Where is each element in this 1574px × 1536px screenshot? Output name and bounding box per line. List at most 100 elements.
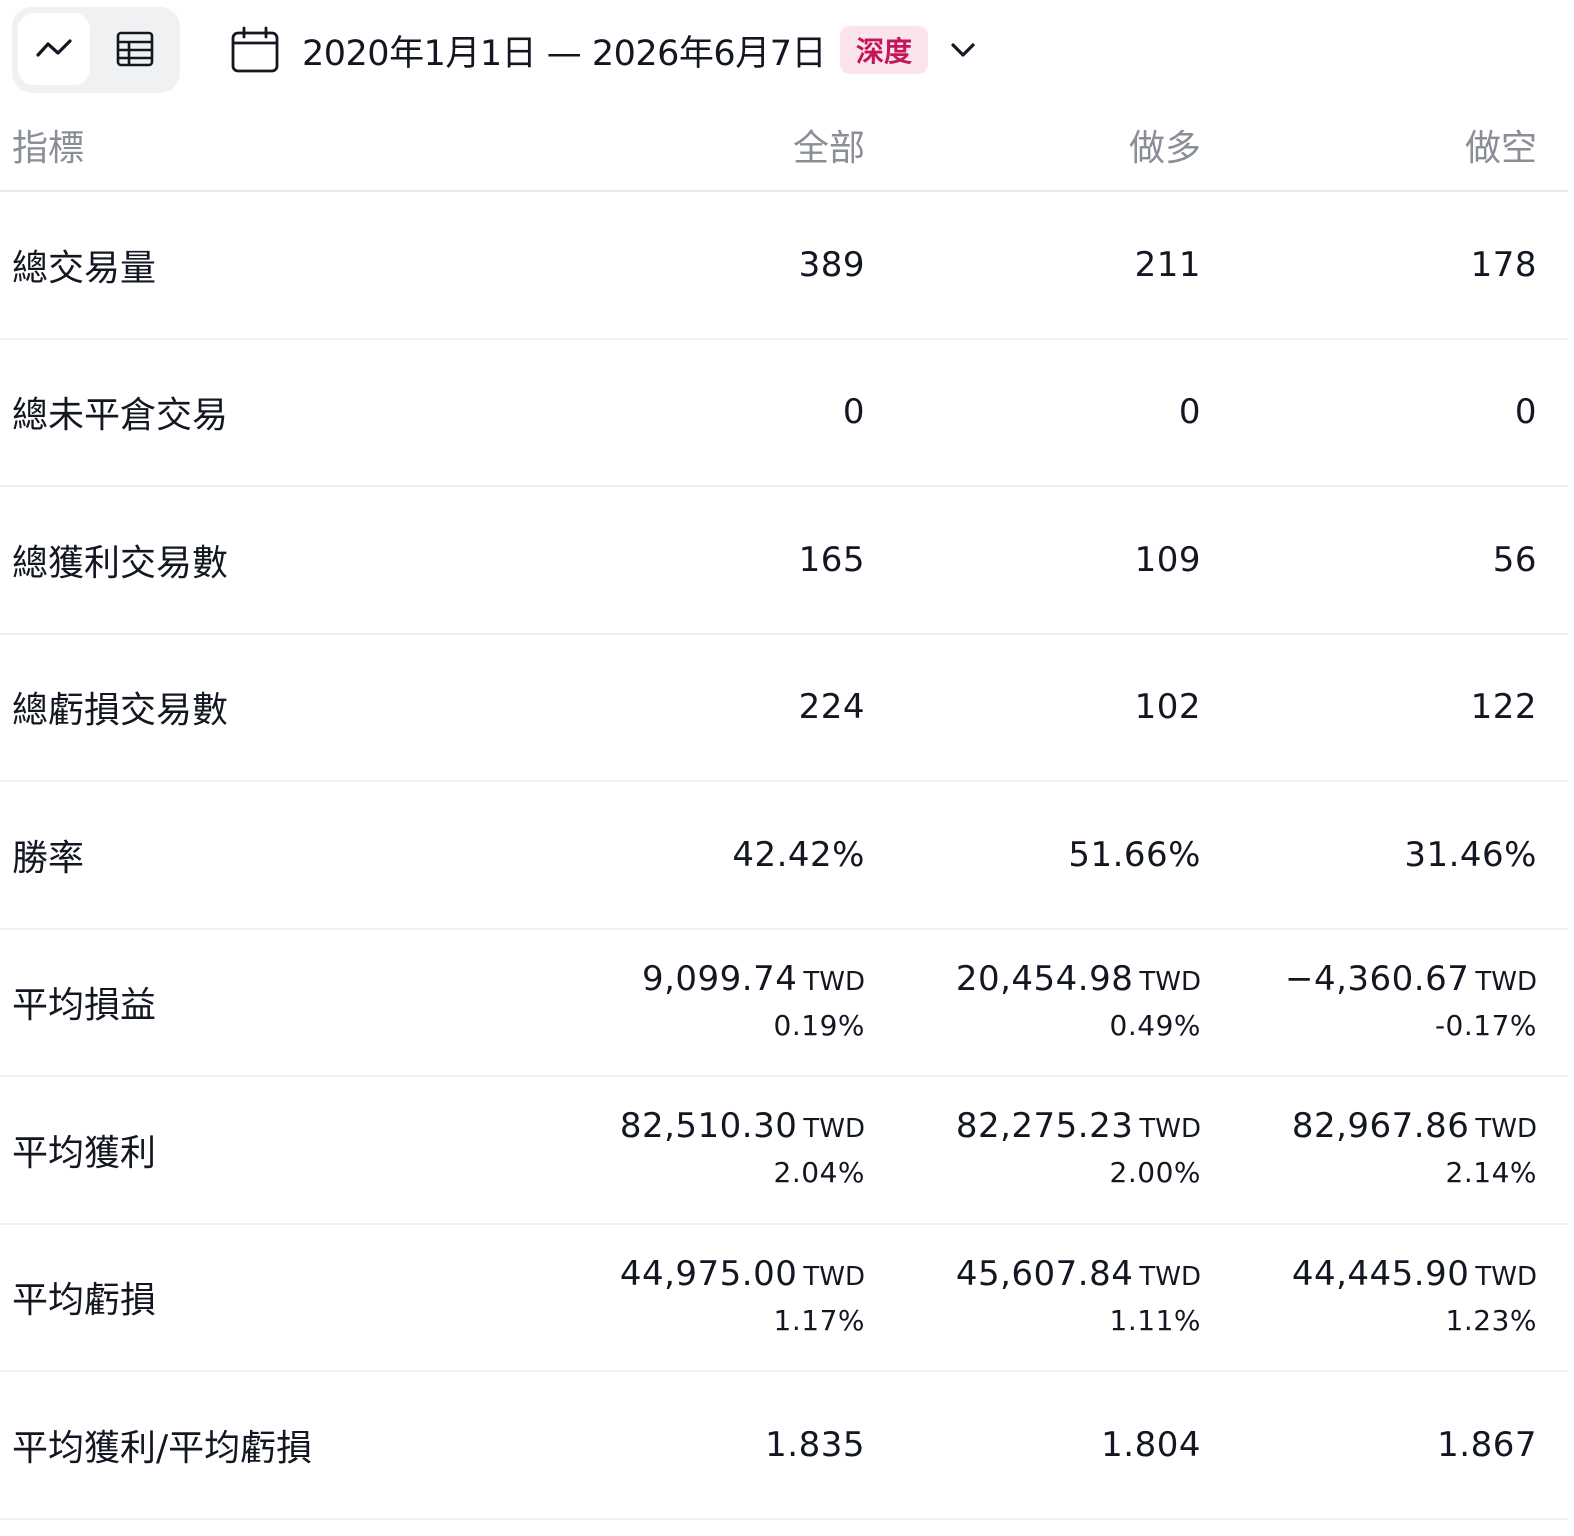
table-row: 總獲利交易數 165 109 56	[0, 487, 1568, 635]
table-row: 總虧損交易數 224 102 122	[0, 635, 1568, 782]
calendar-icon	[230, 24, 282, 76]
value-number: 0	[842, 392, 865, 433]
value-number: 122	[1470, 687, 1537, 728]
cell-long: 211	[881, 192, 1201, 338]
table-header: 指標 全部 做多 做空	[0, 100, 1568, 192]
metric-label: 總交易量	[12, 247, 157, 289]
cell-value: 82,967.86 TWD	[1292, 1106, 1537, 1146]
header-long: 做多	[1128, 128, 1201, 169]
cell-value: 0	[843, 392, 865, 432]
cell-value: 109	[1135, 540, 1201, 580]
cell-short: −4,360.67 TWD -0.17%	[1217, 930, 1537, 1076]
cell-value: 102	[1135, 687, 1201, 727]
cell-long: 1.804	[881, 1372, 1201, 1518]
chevron-down-icon[interactable]	[948, 33, 982, 67]
value-number: 82,275.23	[955, 1106, 1134, 1147]
value-percent: 2.14%	[1445, 1156, 1537, 1190]
value-unit: TWD	[803, 966, 865, 997]
cell-short: 31.46%	[1217, 782, 1537, 928]
cell-long: 20,454.98 TWD 0.49%	[881, 930, 1201, 1076]
table-row: 平均虧損 44,975.00 TWD 1.17% 45,607.84 TWD 1.11% 44…	[0, 1225, 1568, 1372]
value-number: 211	[1134, 244, 1201, 285]
toolbar: 2020年1月1日 — 2026年6月7日 深度	[0, 0, 1574, 100]
metric-label: 平均虧損	[12, 1280, 157, 1322]
value-unit: TWD	[1475, 966, 1537, 997]
value-number: 44,975.00	[619, 1253, 798, 1294]
value-number: 389	[798, 244, 865, 285]
cell-all: 82,510.30 TWD 2.04%	[465, 1077, 865, 1223]
table-view-button[interactable]	[99, 13, 171, 85]
value-number: 45,607.84	[955, 1253, 1134, 1294]
cell-value: 9,099.74 TWD	[642, 959, 865, 999]
value-number: 56	[1492, 539, 1537, 580]
value-number: 1.835	[765, 1424, 865, 1465]
cell-long: 102	[881, 635, 1201, 781]
metric-label: 勝率	[12, 837, 85, 879]
cell-value: −4,360.67 TWD	[1285, 959, 1537, 999]
cell-value: 178	[1471, 245, 1537, 285]
date-range-selector[interactable]: 2020年1月1日 — 2026年6月7日 深度	[230, 18, 982, 82]
value-percent: 1.11%	[1109, 1303, 1201, 1337]
value-unit: TWD	[1475, 1114, 1537, 1145]
cell-short: 82,967.86 TWD 2.14%	[1217, 1077, 1537, 1223]
value-number: 165	[798, 539, 865, 580]
value-number: −4,360.67	[1284, 958, 1470, 999]
metric-label: 平均獲利	[12, 1132, 157, 1174]
table-row: 平均獲利 82,510.30 TWD 2.04% 82,275.23 TWD 2.00% 82…	[0, 1077, 1568, 1225]
cell-long: 109	[881, 487, 1201, 633]
cell-short: 56	[1217, 487, 1537, 633]
value-number: 109	[1134, 539, 1201, 580]
value-percent: 1.23%	[1445, 1303, 1537, 1337]
value-unit: TWD	[803, 1261, 865, 1292]
value-percent: 2.04%	[773, 1156, 865, 1190]
cell-value: 82,510.30 TWD	[620, 1106, 865, 1146]
cell-value: 389	[799, 245, 865, 285]
cell-long: 82,275.23 TWD 2.00%	[881, 1077, 1201, 1223]
cell-value: 44,975.00 TWD	[620, 1254, 865, 1294]
header-all: 全部	[792, 128, 865, 169]
value-unit: TWD	[1139, 1114, 1201, 1145]
metric-label: 總獲利交易數	[12, 542, 229, 584]
header-metric: 指標	[12, 128, 85, 169]
cell-all: 165	[465, 487, 865, 633]
value-percent: -0.17%	[1434, 1008, 1537, 1042]
header-short: 做空	[1464, 128, 1537, 169]
table-row: 總交易量 389 211 178	[0, 192, 1568, 340]
cell-all: 9,099.74 TWD 0.19%	[465, 930, 865, 1076]
metrics-table: 指標 全部 做多 做空 總交易量 389 211 178 總未平倉交易 0 0 0 總獲利交易數…	[0, 100, 1568, 1520]
value-number: 1.867	[1437, 1424, 1537, 1465]
cell-value: 165	[799, 540, 865, 580]
cell-all: 0	[465, 340, 865, 486]
cell-value: 42.42%	[732, 835, 865, 875]
cell-value: 0	[1515, 392, 1537, 432]
cell-short: 122	[1217, 635, 1537, 781]
cell-long: 45,607.84 TWD 1.11%	[881, 1225, 1201, 1371]
cell-all: 42.42%	[465, 782, 865, 928]
cell-value: 0	[1179, 392, 1201, 432]
cell-value: 1.804	[1101, 1425, 1201, 1465]
chart-view-button[interactable]	[18, 13, 90, 85]
deep-badge: 深度	[839, 26, 928, 74]
value-unit: TWD	[1475, 1261, 1537, 1292]
value-number: 31.46%	[1404, 834, 1537, 875]
value-unit: TWD	[1139, 966, 1201, 997]
value-number: 51.66%	[1068, 834, 1201, 875]
value-percent: 1.17%	[773, 1303, 865, 1337]
value-number: 0	[1178, 392, 1201, 433]
cell-value: 224	[799, 687, 865, 727]
cell-short: 1.867	[1217, 1372, 1537, 1518]
value-number: 224	[798, 687, 865, 728]
table-row: 勝率 42.42% 51.66% 31.46%	[0, 782, 1568, 930]
value-number: 82,967.86	[1291, 1106, 1470, 1147]
cell-value: 1.867	[1437, 1425, 1537, 1465]
metric-label: 總虧損交易數	[12, 690, 229, 732]
table-row: 平均獲利/平均虧損 1.835 1.804 1.867	[0, 1372, 1568, 1520]
metric-label: 平均損益	[12, 985, 157, 1027]
cell-value: 82,275.23 TWD	[956, 1106, 1201, 1146]
cell-value: 45,607.84 TWD	[956, 1254, 1201, 1294]
value-unit: TWD	[803, 1114, 865, 1145]
table-row: 總未平倉交易 0 0 0	[0, 340, 1568, 487]
value-number: 0	[1514, 392, 1537, 433]
cell-short: 0	[1217, 340, 1537, 486]
table-icon	[116, 31, 154, 67]
